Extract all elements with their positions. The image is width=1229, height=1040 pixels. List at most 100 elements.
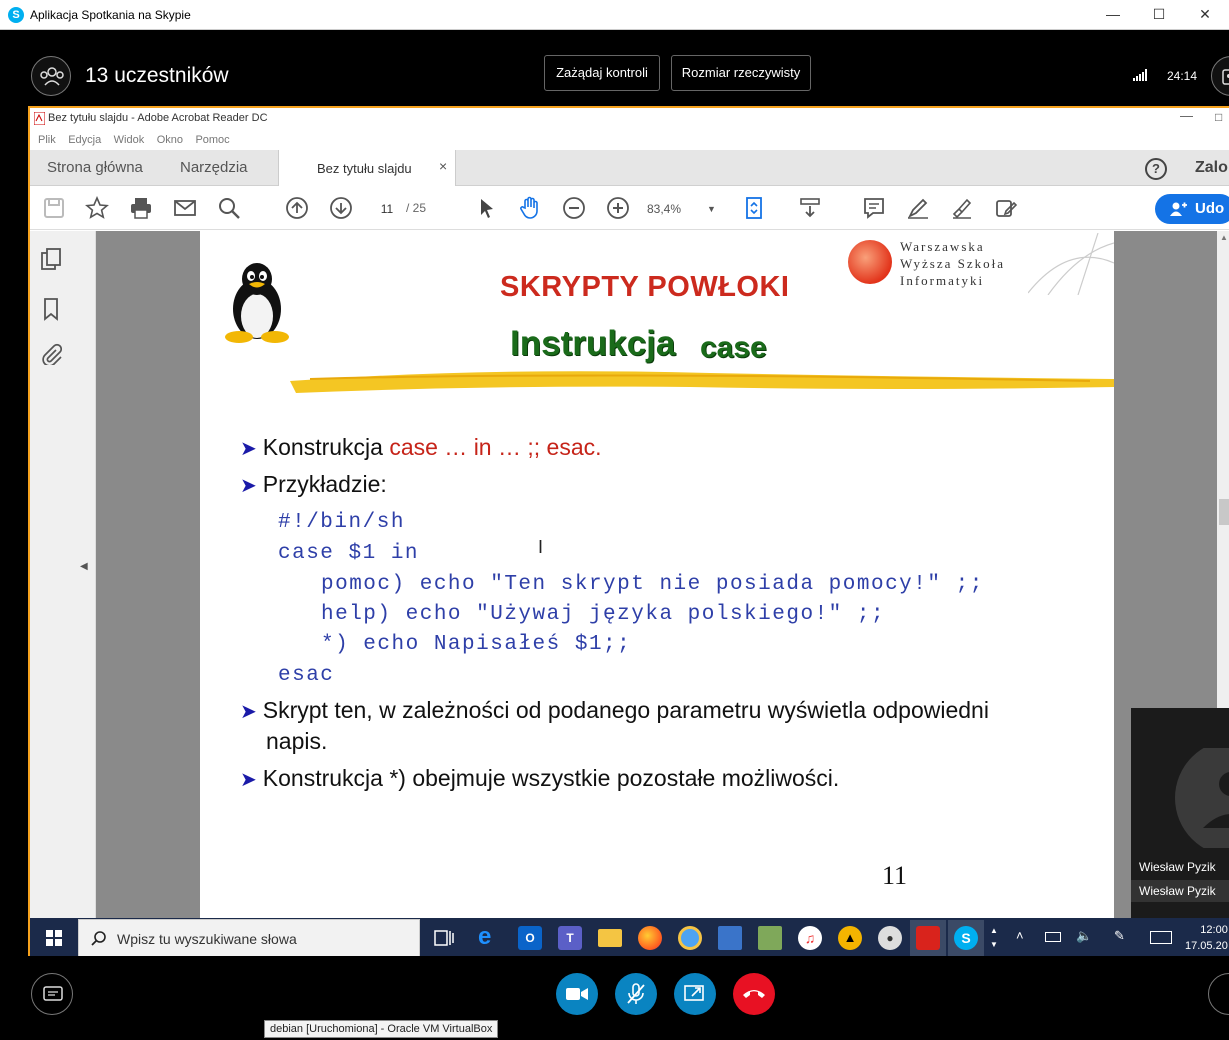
bullet-wildcard: ➤ Konstrukcja *) obejmuje wszystkie pozos… xyxy=(240,765,839,792)
end-call-button[interactable] xyxy=(733,973,775,1015)
maximize-icon[interactable]: ☐ xyxy=(1136,0,1182,30)
zoom-out-icon[interactable] xyxy=(562,196,586,220)
acrobat-window-title: Bez tytułu slajdu - Adobe Acrobat Reader… xyxy=(48,112,268,124)
university-name-line2: Wyższa Szkoła xyxy=(900,256,1005,271)
lock-app-icon[interactable]: ● xyxy=(878,926,902,950)
menu-window[interactable]: Okno xyxy=(157,131,183,146)
edge-browser-icon[interactable]: e xyxy=(478,925,502,950)
edit-tools-icon[interactable] xyxy=(994,196,1018,220)
slide-subtitle-code: case xyxy=(700,331,767,364)
close-icon[interactable]: ✕ xyxy=(1182,0,1228,30)
help-icon[interactable]: ? xyxy=(1145,158,1167,180)
teams-icon[interactable]: T xyxy=(558,926,582,950)
task-view-icon[interactable] xyxy=(432,926,456,950)
yellow-brush-stroke xyxy=(290,371,1114,393)
skype-titlebar: S Aplikacja Spotkania na Skypie — ☐ ✕ xyxy=(0,0,1229,30)
hand-tool-icon[interactable] xyxy=(518,196,542,220)
acrobat-maximize-icon[interactable]: □ xyxy=(1215,110,1222,124)
collapse-panel-icon[interactable]: ◀ xyxy=(80,561,88,572)
menu-edit[interactable]: Edycja xyxy=(68,131,101,146)
bullet-arrow-icon: ➤ xyxy=(240,475,257,497)
print-icon[interactable] xyxy=(129,196,153,220)
avatar-placeholder-icon xyxy=(1175,748,1229,848)
minimize-icon[interactable]: — xyxy=(1090,0,1136,30)
actual-size-button[interactable]: Rozmiar rzeczywisty xyxy=(671,55,811,91)
settings-app-icon[interactable] xyxy=(678,926,702,950)
page-fit-icon[interactable] xyxy=(742,196,766,220)
attachments-icon[interactable] xyxy=(40,343,62,365)
bookmark-star-icon[interactable] xyxy=(85,196,109,220)
zoom-in-icon[interactable] xyxy=(606,196,630,220)
menu-view[interactable]: Widok xyxy=(114,131,145,146)
acrobat-titlebar: Bez tytułu slajdu - Adobe Acrobat Reader… xyxy=(30,108,1229,130)
presenter-name-label: Wiesław Pyzik xyxy=(1131,880,1229,902)
highlight-pen-icon[interactable] xyxy=(906,196,930,220)
keyboard-icon[interactable] xyxy=(1150,931,1172,944)
acrobat-icon xyxy=(916,926,940,950)
system-clock[interactable]: 12:00 17.05.20 xyxy=(1185,922,1228,954)
scroll-up-icon[interactable]: ▲ xyxy=(1220,233,1228,242)
university-logo-icon xyxy=(848,240,892,284)
tab-home[interactable]: Strona główna xyxy=(47,159,143,176)
page-number-input[interactable]: 11 xyxy=(370,198,404,220)
itunes-icon[interactable]: ♫ xyxy=(798,926,822,950)
virtualbox-tooltip: debian [Uruchomiona] - Oracle VM Virtual… xyxy=(264,1020,499,1038)
zoom-select[interactable]: 83,4% ▼ xyxy=(647,198,717,220)
taskbar-overflow-icon[interactable]: ▲ ▼ xyxy=(990,924,998,952)
save-icon[interactable] xyxy=(42,196,66,220)
slide-page-number: 11 xyxy=(882,861,908,890)
acrobat-taskbar-button[interactable] xyxy=(910,920,946,956)
code-line: #!/bin/sh xyxy=(278,511,405,534)
share-screen-button[interactable] xyxy=(674,973,716,1015)
select-cursor-icon[interactable] xyxy=(475,196,499,220)
battery-icon[interactable] xyxy=(1045,932,1061,942)
comment-icon[interactable] xyxy=(862,196,886,220)
signal-strength-icon[interactable] xyxy=(1133,69,1149,81)
email-icon[interactable] xyxy=(173,196,197,220)
chat-button[interactable] xyxy=(31,973,73,1015)
video-toggle-button[interactable] xyxy=(556,973,598,1015)
code-line: help) echo "Używaj języka polskiego!" ;; xyxy=(321,603,886,626)
windows-start-icon[interactable] xyxy=(46,930,62,946)
request-control-button[interactable]: Zażądaj kontroli xyxy=(544,55,660,91)
bullet-description-continued: napis. xyxy=(266,728,328,754)
show-hidden-icons[interactable]: ˄ xyxy=(1016,928,1024,943)
volume-icon[interactable]: 🔈 xyxy=(1076,928,1092,944)
previous-page-icon[interactable] xyxy=(285,196,309,220)
more-options-button[interactable] xyxy=(1208,973,1229,1015)
navigation-panel: ◀ xyxy=(30,231,96,918)
video-camera-icon xyxy=(566,988,588,1000)
network-app-icon[interactable] xyxy=(718,926,742,950)
share-button[interactable]: Udo xyxy=(1155,194,1229,224)
file-explorer-icon[interactable] xyxy=(598,929,622,947)
pen-icon[interactable]: ✎ xyxy=(1114,928,1125,944)
scrollbar-thumb[interactable] xyxy=(1219,499,1229,525)
menu-help[interactable]: Pomoc xyxy=(195,131,229,146)
profile-button[interactable] xyxy=(1211,56,1229,96)
tab-tools[interactable]: Narzędzia xyxy=(180,159,248,176)
sign-icon[interactable] xyxy=(950,196,974,220)
zoom-value: 83,4% xyxy=(647,202,682,216)
login-link[interactable]: Zalo xyxy=(1195,159,1228,177)
firefox-icon[interactable] xyxy=(638,926,662,950)
menu-file[interactable]: Plik xyxy=(38,131,56,146)
participants-button[interactable] xyxy=(31,56,71,96)
triangle-app-icon[interactable]: ▲ xyxy=(838,926,862,950)
close-tab-icon[interactable]: × xyxy=(439,158,447,174)
bullet-arrow-icon: ➤ xyxy=(240,769,257,791)
read-mode-icon[interactable] xyxy=(798,196,822,220)
outlook-icon[interactable]: O xyxy=(518,926,542,950)
tab-document[interactable]: Bez tytułu slajdu × xyxy=(278,150,456,186)
search-zoom-icon[interactable] xyxy=(217,196,241,220)
bookmarks-icon[interactable] xyxy=(42,297,60,321)
bullet-text: Przykładzie: xyxy=(262,471,387,497)
acrobat-tabbar: Strona główna Narzędzia Bez tytułu slajd… xyxy=(30,150,1229,186)
page-thumbnails-icon[interactable] xyxy=(40,247,62,271)
mute-toggle-button[interactable] xyxy=(615,973,657,1015)
acrobat-minimize-icon[interactable]: — xyxy=(1180,108,1193,123)
taskbar-search-input[interactable]: Wpisz tu wyszukiwane słowa xyxy=(78,919,420,956)
virtualbox-icon[interactable] xyxy=(758,926,782,950)
next-page-icon[interactable] xyxy=(329,196,353,220)
skype-taskbar-button[interactable]: S xyxy=(948,920,984,956)
chat-icon xyxy=(43,986,63,1001)
